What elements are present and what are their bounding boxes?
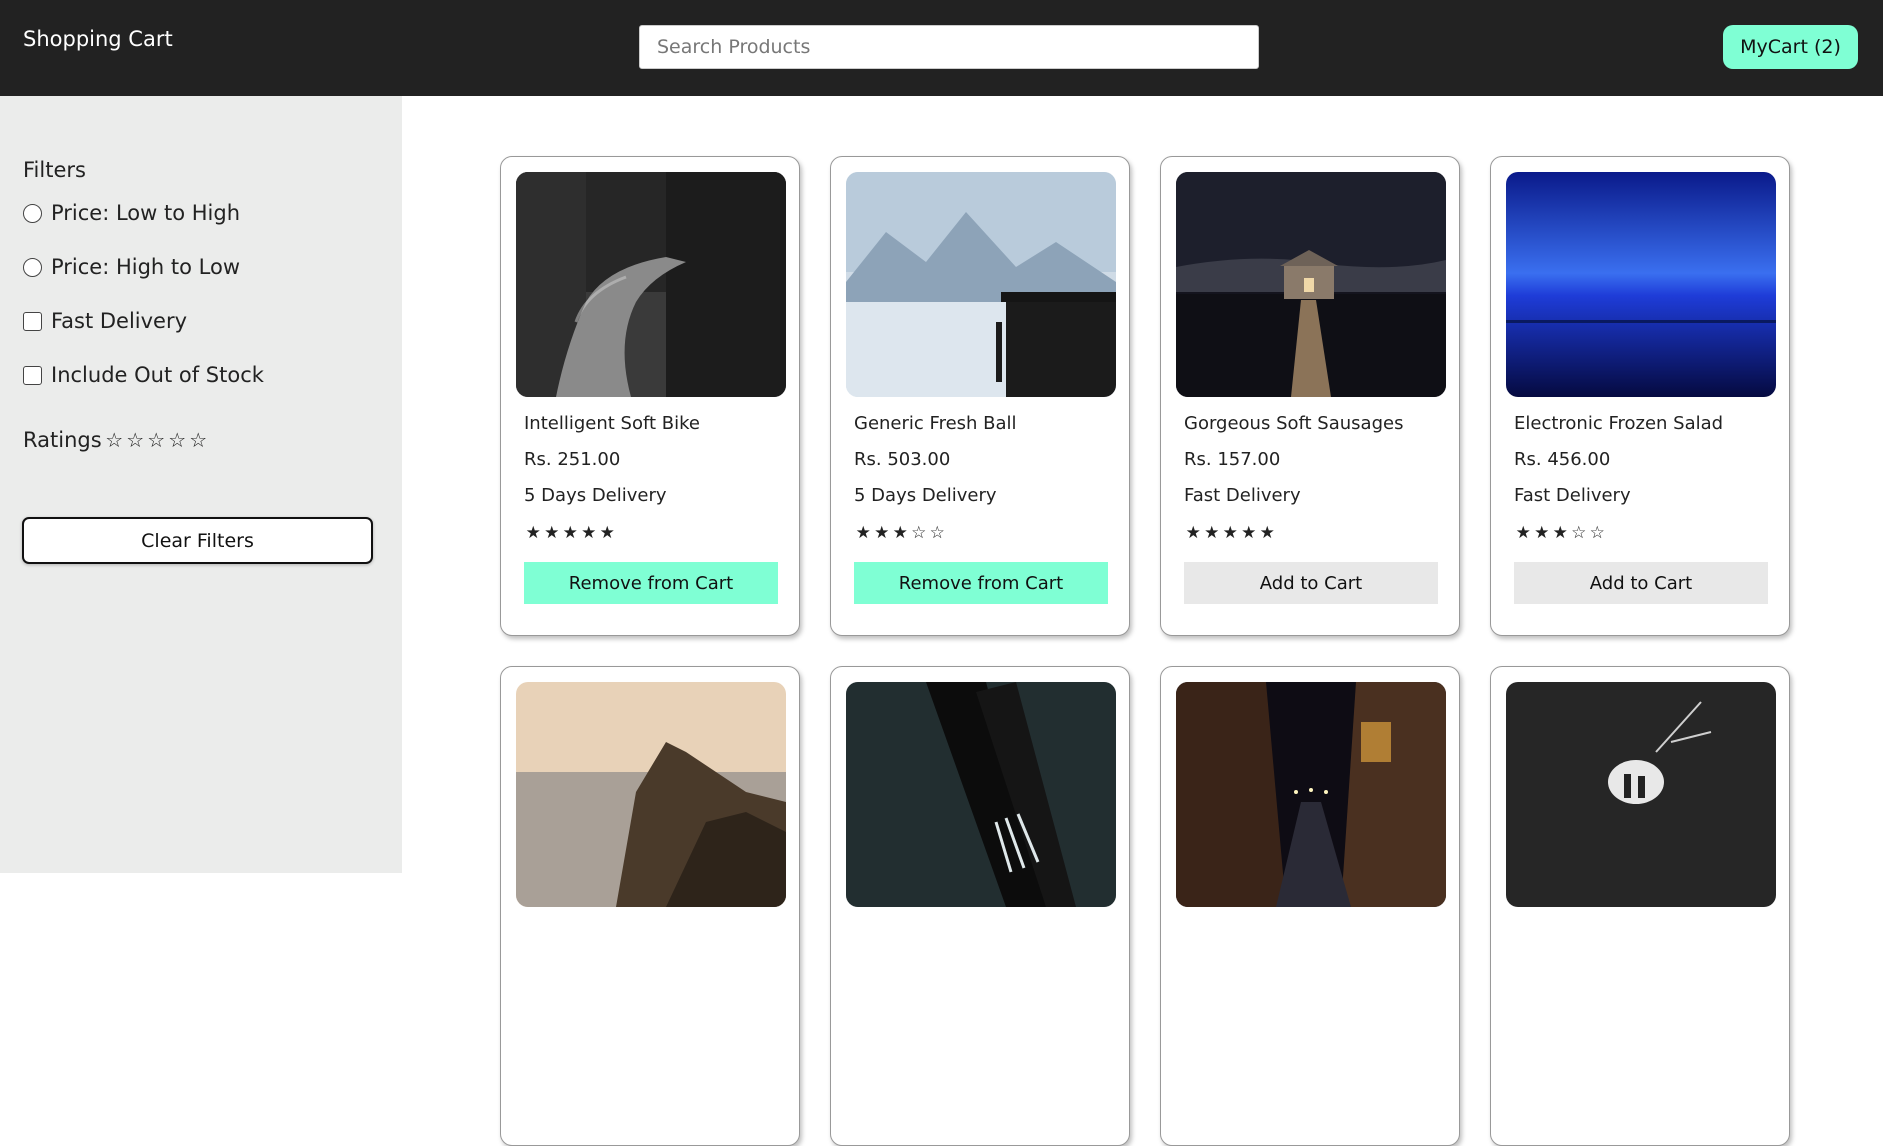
product-delivery: 5 Days Delivery [524,485,667,506]
product-card [1160,666,1460,1146]
filter-label: Price: High to Low [51,255,241,279]
misty-lake-pier-image [846,172,1116,397]
star-filled-icon: ★ [892,523,908,543]
filter-label: Fast Delivery [51,309,188,333]
product-card: Gorgeous Soft Sausages Rs. 157.00 Fast D… [1160,156,1460,636]
star-filled-icon: ★ [1241,523,1257,543]
star-outline-icon: ☆ [1571,523,1587,543]
product-rating: ★ ★ ★ ☆ ☆ [1514,523,1607,543]
brand-title[interactable]: Shopping Cart [23,27,173,51]
star-filled-icon: ★ [1222,523,1238,543]
forks-closeup-image [846,682,1116,907]
star-filled-icon: ★ [599,523,615,543]
dark-forest-road-image [516,172,786,397]
product-card [500,666,800,1146]
add-to-cart-button[interactable]: Add to Cart [1514,562,1768,604]
star-outline-icon: ☆ [929,523,945,543]
star-outline-icon: ☆ [911,523,927,543]
star-filled-icon: ★ [855,523,871,543]
product-price: Rs. 503.00 [854,449,951,470]
product-price: Rs. 251.00 [524,449,621,470]
filters-sidebar: Filters Price: Low to High Price: High t… [0,96,402,873]
star-outline-icon[interactable]: ☆ [188,428,209,452]
product-rating: ★ ★ ★ ☆ ☆ [854,523,947,543]
star-outline-icon[interactable]: ☆ [146,428,167,452]
product-image [846,682,1116,907]
product-name: Electronic Frozen Salad [1514,413,1724,434]
ratings-filter: Ratings ☆ ☆ ☆ ☆ ☆ [23,428,209,452]
radio-button[interactable] [23,257,42,277]
product-name: Gorgeous Soft Sausages [1184,413,1404,434]
ratings-label: Ratings [23,428,102,452]
product-image [1506,682,1776,907]
product-image [1176,172,1446,397]
checkbox[interactable] [23,365,42,385]
product-delivery: Fast Delivery [1514,485,1631,506]
star-filled-icon: ★ [1515,523,1531,543]
product-card [1490,666,1790,1146]
top-navbar: Shopping Cart MyCart (2) [0,0,1883,96]
product-rating: ★ ★ ★ ★ ★ [524,523,617,543]
filters-heading: Filters [23,158,86,182]
filter-price-low-high[interactable]: Price: Low to High [23,201,240,225]
product-price: Rs. 456.00 [1514,449,1611,470]
star-filled-icon: ★ [581,523,597,543]
star-filled-icon: ★ [1185,523,1201,543]
product-image [516,682,786,907]
star-filled-icon: ★ [1552,523,1568,543]
product-name: Generic Fresh Ball [854,413,1017,434]
product-card: Intelligent Soft Bike Rs. 251.00 5 Days … [500,156,800,636]
filter-price-high-low[interactable]: Price: High to Low [23,255,240,279]
radio-button[interactable] [23,203,42,223]
sunset-coast-cliffs-image [516,682,786,907]
cave-silhouettes-image [1506,682,1776,907]
star-filled-icon: ★ [1259,523,1275,543]
remove-from-cart-button[interactable]: Remove from Cart [524,562,778,604]
star-filled-icon: ★ [1534,523,1550,543]
night-boathouse-image [1176,172,1446,397]
product-price: Rs. 157.00 [1184,449,1281,470]
filter-label: Price: Low to High [51,201,241,225]
my-cart-button[interactable]: MyCart (2) [1723,25,1858,69]
filter-include-out-of-stock[interactable]: Include Out of Stock [23,363,264,387]
star-outline-icon[interactable]: ☆ [125,428,146,452]
product-name: Intelligent Soft Bike [524,413,700,434]
search-input[interactable] [639,25,1259,69]
star-filled-icon: ★ [544,523,560,543]
star-outline-icon: ☆ [1589,523,1605,543]
ratings-selector[interactable]: ☆ ☆ ☆ ☆ ☆ [104,428,209,452]
night-street-image [1176,682,1446,907]
product-delivery: Fast Delivery [1184,485,1301,506]
product-delivery: 5 Days Delivery [854,485,997,506]
product-image [1506,172,1776,397]
filter-label: Include Out of Stock [51,363,264,387]
product-image [846,172,1116,397]
star-outline-icon[interactable]: ☆ [167,428,188,452]
product-card: Electronic Frozen Salad Rs. 456.00 Fast … [1490,156,1790,636]
star-filled-icon: ★ [874,523,890,543]
star-filled-icon: ★ [1204,523,1220,543]
product-image [1176,682,1446,907]
remove-from-cart-button[interactable]: Remove from Cart [854,562,1108,604]
product-card [830,666,1130,1146]
product-rating: ★ ★ ★ ★ ★ [1184,523,1277,543]
blue-twilight-lake-image [1506,172,1776,397]
star-outline-icon[interactable]: ☆ [104,428,125,452]
checkbox[interactable] [23,311,42,331]
clear-filters-button[interactable]: Clear Filters [22,517,373,564]
star-filled-icon: ★ [562,523,578,543]
product-card: Generic Fresh Ball Rs. 503.00 5 Days Del… [830,156,1130,636]
product-image [516,172,786,397]
filter-fast-delivery[interactable]: Fast Delivery [23,309,187,333]
star-filled-icon: ★ [525,523,541,543]
add-to-cart-button[interactable]: Add to Cart [1184,562,1438,604]
